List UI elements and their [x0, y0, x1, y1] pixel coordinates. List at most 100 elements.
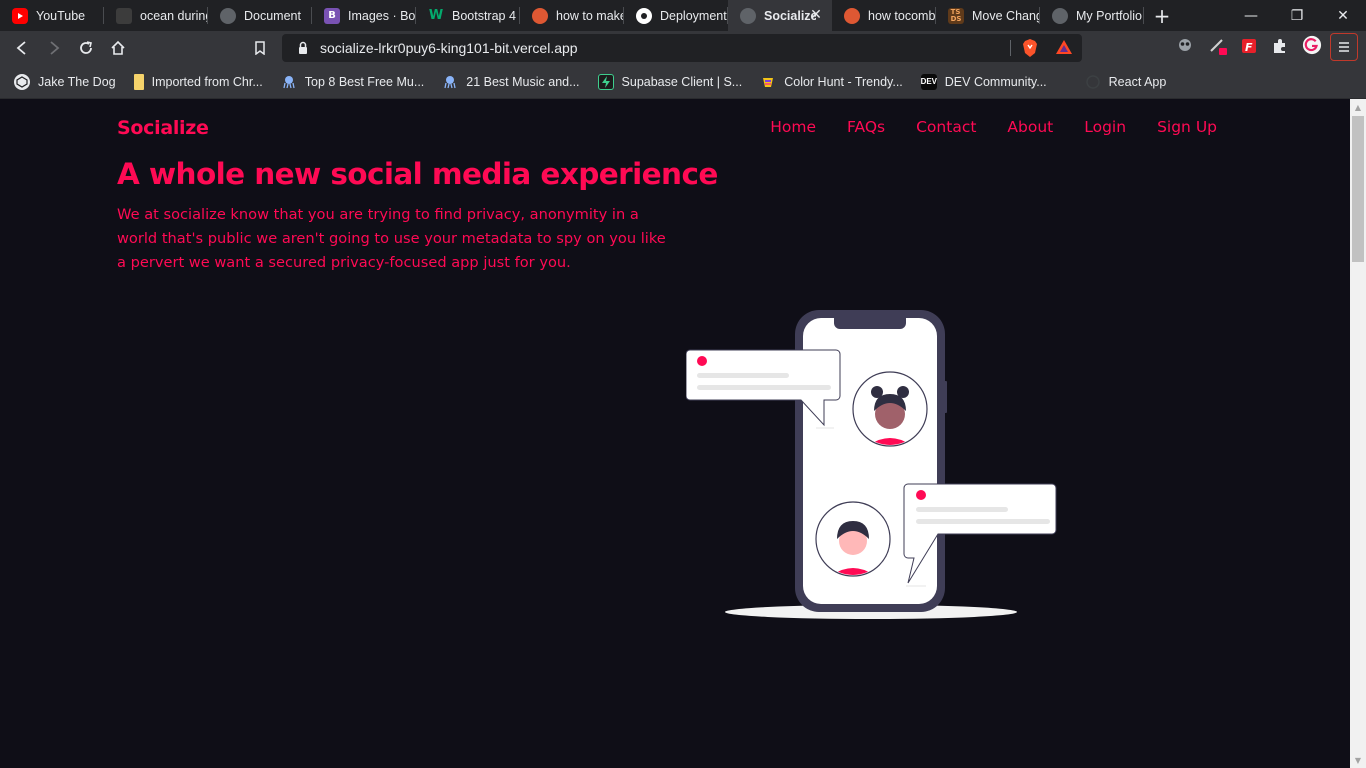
reload-button[interactable] [70, 32, 102, 64]
bookmark-label: Imported from Chr... [151, 74, 263, 89]
scroll-thumb[interactable] [1352, 116, 1364, 262]
duckduckgo-icon [532, 7, 548, 24]
forward-button[interactable] [38, 32, 70, 64]
nav-home[interactable]: Home [770, 118, 816, 136]
bootstrap-icon: B [324, 7, 340, 24]
address-bar[interactable]: socialize-lrkr0puy6-king101-bit.vercel.a… [282, 34, 1082, 62]
nav-about[interactable]: About [1007, 118, 1053, 136]
extension-pen-icon[interactable] [1208, 36, 1228, 56]
globe-icon [740, 7, 756, 24]
scroll-up-icon[interactable]: ▲ [1350, 99, 1366, 115]
message-line [697, 385, 831, 390]
tab-ocean[interactable]: ocean during [104, 0, 208, 31]
message-line [697, 373, 789, 378]
notification-dot [916, 490, 926, 500]
phone-chat-illustration [686, 310, 1057, 619]
bookmark-label: React App [1108, 74, 1167, 89]
bookmark-button[interactable] [244, 32, 276, 64]
main-nav: Home FAQs Contact About Login Sign Up [739, 118, 1217, 136]
bookmark-color-hunt[interactable]: Color Hunt - Trendy... [752, 70, 913, 94]
bookmark-21-best-music[interactable]: 21 Best Music and... [434, 70, 589, 94]
bookmark-imported[interactable]: Imported from Chr... [126, 70, 273, 94]
tab-title: Images · Boo [348, 8, 416, 23]
bookmark-top-8-music[interactable]: Top 8 Best Free Mu... [273, 70, 435, 94]
tab-youtube[interactable]: YouTube [0, 0, 104, 31]
bookmark-jake-the-dog[interactable]: Jake The Dog [6, 70, 126, 94]
message-line [916, 507, 1008, 512]
tab-deployments[interactable]: Deployments [624, 0, 728, 31]
bookmark-label: DEV Community... [944, 74, 1047, 89]
menu-icon[interactable] [1330, 33, 1358, 61]
phone-side-button [943, 381, 947, 413]
bookmark-label: Supabase Client | S... [621, 74, 743, 89]
forward-arrow-icon [50, 41, 60, 55]
tab-title: Document [244, 8, 301, 23]
tab-title: YouTube [36, 8, 86, 23]
hero-title: A whole new social media experience [117, 157, 718, 191]
tab-my-portfolio[interactable]: My Portfolio [1040, 0, 1144, 31]
nav-faqs[interactable]: FAQs [847, 118, 885, 136]
notification-dot [697, 356, 707, 366]
tab-how-to-make[interactable]: how to make [520, 0, 624, 31]
tab-title: how to make [556, 8, 624, 23]
back-arrow-icon [16, 41, 26, 55]
close-window-icon[interactable]: ✕ [1320, 0, 1366, 31]
bookmark-supabase[interactable]: Supabase Client | S... [590, 70, 753, 94]
home-icon [111, 40, 125, 55]
nav-login[interactable]: Login [1084, 118, 1126, 136]
brand-logo[interactable]: Socialize [117, 117, 209, 139]
youtube-icon [12, 7, 28, 24]
bookmarks-bar: Jake The Dog Imported from Chr... Top 8 … [0, 65, 1366, 99]
svg-text:F: F [1245, 41, 1253, 54]
tab-title: how tocomb [868, 8, 936, 23]
reload-icon [80, 41, 92, 54]
scroll-down-icon[interactable]: ▼ [1350, 752, 1366, 768]
codepen-icon [14, 73, 30, 90]
home-button[interactable] [102, 32, 134, 64]
tab-bootstrap4[interactable]: W Bootstrap 4 | [416, 0, 520, 31]
image-icon [116, 7, 132, 24]
window-controls: — ❐ ✕ [1228, 0, 1366, 31]
tab-document[interactable]: Document [208, 0, 312, 31]
bookmark-react-app[interactable]: React App [1077, 70, 1177, 94]
page-scrollbar[interactable]: ▲ ▼ [1350, 99, 1366, 768]
new-tab-button[interactable]: + [1144, 0, 1180, 31]
github-icon [636, 7, 652, 24]
minimize-icon[interactable]: — [1228, 0, 1274, 31]
bookmark-label: Color Hunt - Trendy... [784, 74, 903, 89]
brave-shield-icon[interactable] [1022, 39, 1038, 61]
hero-description: We at socialize know that you are trying… [117, 206, 666, 271]
globe-icon [1052, 7, 1068, 24]
colorhunt-icon [760, 74, 776, 90]
browser-toolbar: socialize-lrkr0puy6-king101-bit.vercel.a… [0, 31, 1366, 65]
tab-move-chang[interactable]: TS DS Move Chang [936, 0, 1040, 31]
profile-avatar-icon[interactable] [1302, 35, 1322, 55]
tab-socialize[interactable]: Socialize ✕ [728, 0, 832, 31]
tsds-icon: TS DS [948, 7, 964, 24]
tab-title: ocean during [140, 8, 208, 23]
octopus-icon [442, 74, 458, 90]
extensions-puzzle-icon[interactable] [1270, 36, 1290, 56]
url-text: socialize-lrkr0puy6-king101-bit.vercel.a… [320, 40, 578, 56]
bookmark-label: Jake The Dog [38, 74, 116, 89]
tab-title: Deployments [660, 8, 728, 23]
page-content: Socialize Home FAQs Contact About Login … [0, 99, 1350, 768]
bookmark-dev-community[interactable]: DEV DEV Community... [913, 70, 1057, 94]
bookmark-label: 21 Best Music and... [466, 74, 580, 89]
tab-how-tocomb[interactable]: how tocomb [832, 0, 936, 31]
tab-title: Bootstrap 4 | [452, 8, 520, 23]
nav-contact[interactable]: Contact [916, 118, 976, 136]
react-icon [1085, 74, 1101, 90]
bookmark-label: Top 8 Best Free Mu... [304, 74, 425, 89]
restore-icon[interactable]: ❐ [1274, 0, 1320, 31]
close-icon[interactable]: ✕ [808, 7, 824, 23]
brave-rewards-icon[interactable] [1055, 39, 1073, 59]
nav-signup[interactable]: Sign Up [1157, 118, 1217, 136]
folder-icon [133, 73, 144, 90]
extension-f-icon[interactable]: F [1239, 36, 1259, 56]
extension-cat-icon[interactable] [1175, 34, 1195, 54]
back-button[interactable] [6, 32, 38, 64]
bookmark-icon [255, 41, 265, 55]
tab-title: Move Chang [972, 8, 1040, 23]
tab-images-bootstrap[interactable]: B Images · Boo [312, 0, 416, 31]
